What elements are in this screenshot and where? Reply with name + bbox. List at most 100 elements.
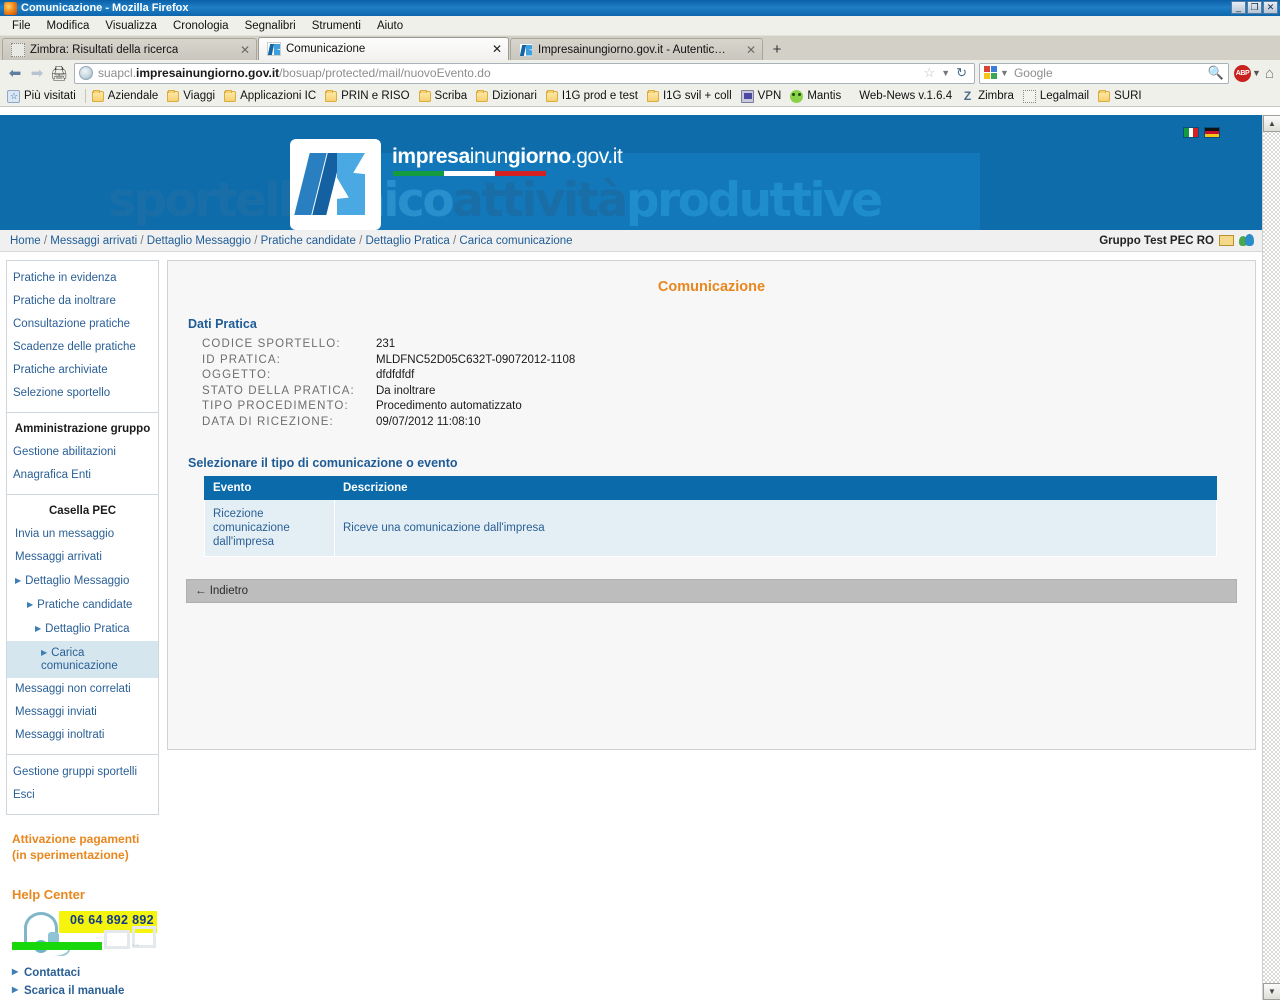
sidebar-group-footer: Gestione gruppi sportelli Esci bbox=[7, 755, 158, 814]
dati-value: Da inoltrare bbox=[376, 384, 436, 397]
bookmark-aziendale[interactable]: Aziendale bbox=[89, 89, 165, 103]
bookmark-piu-visitati[interactable]: ☆ Più visitati bbox=[4, 89, 82, 104]
german-flag[interactable] bbox=[1204, 127, 1220, 138]
breadcrumb-item-pratiche-candidate[interactable]: Pratiche candidate bbox=[261, 235, 356, 247]
bookmark-i1g-svil-coll[interactable]: I1G svil + coll bbox=[644, 89, 738, 103]
sidebar-item-invia-un-messaggio[interactable]: Invia un messaggio bbox=[7, 523, 158, 546]
folder-icon bbox=[646, 89, 659, 102]
menu-strumenti[interactable]: Strumenti bbox=[304, 18, 369, 34]
bookmark-applicazioni-ic[interactable]: Applicazioni IC bbox=[221, 89, 322, 103]
search-bar[interactable]: ▼ Google 🔍 bbox=[979, 62, 1230, 84]
bookmark-prin-e-riso[interactable]: PRIN e RISO bbox=[322, 89, 415, 103]
language-flags[interactable] bbox=[1183, 127, 1220, 138]
dati-row: DATA DI RICEZIONE: 09/07/2012 11:08:10 bbox=[202, 415, 1237, 431]
bookmark-mantis[interactable]: Mantis bbox=[787, 89, 847, 104]
reload-icon[interactable]: ↻ bbox=[953, 65, 970, 81]
breadcrumb-item-home[interactable]: Home bbox=[10, 235, 41, 247]
sidebar-item-scadenze-delle-pratiche[interactable]: Scadenze delle pratiche bbox=[7, 336, 158, 359]
back-icon[interactable]: ⬅ bbox=[4, 62, 26, 84]
maximize-button[interactable]: ❐ bbox=[1247, 1, 1262, 14]
sidebar-item-pratiche-archiviate[interactable]: Pratiche archiviate bbox=[7, 359, 158, 382]
bookmark-legalmail[interactable]: Legalmail bbox=[1020, 89, 1095, 104]
sidebar-item-esci[interactable]: Esci bbox=[7, 784, 158, 807]
tab-close-icon[interactable]: ✕ bbox=[482, 43, 502, 55]
bookmark-vpn[interactable]: VPN bbox=[738, 89, 788, 104]
tab-close-icon[interactable]: ✕ bbox=[230, 44, 250, 56]
tab-zimbra[interactable]: Zimbra: Risultati della ricerca ✕ bbox=[2, 38, 257, 60]
menu-modifica[interactable]: Modifica bbox=[39, 18, 98, 34]
close-button[interactable]: ✕ bbox=[1263, 1, 1278, 14]
search-icon[interactable]: 🔍 bbox=[1208, 65, 1224, 81]
computer-icon bbox=[740, 89, 754, 103]
bookmark-web-news[interactable]: Web-News v.1.6.4 bbox=[847, 89, 958, 103]
dati-value: 231 bbox=[376, 338, 396, 350]
sidebar-promo: Attivazione pagamenti (in sperimentazion… bbox=[6, 815, 159, 1000]
sidebar-item-selezione-sportello[interactable]: Selezione sportello bbox=[7, 382, 158, 405]
back-button[interactable]: ← Indietro bbox=[195, 585, 248, 597]
italian-flag[interactable] bbox=[1183, 127, 1199, 138]
search-input[interactable]: Google bbox=[1014, 66, 1053, 80]
tab-comunicazione[interactable]: Comunicazione ✕ bbox=[258, 37, 509, 60]
new-tab-button[interactable]: + bbox=[764, 38, 790, 60]
section-title-dati-pratica: Dati Pratica bbox=[188, 317, 257, 331]
breadcrumb-item-messaggi-arrivati[interactable]: Messaggi arrivati bbox=[50, 235, 137, 247]
sidebar-item-dettaglio-messaggio[interactable]: ▶ Dettaglio Messaggio bbox=[7, 569, 158, 593]
bookmark-dizionari[interactable]: Dizionari bbox=[473, 89, 543, 103]
sidebar-item-consultazione-pratiche[interactable]: Consultazione pratiche bbox=[7, 313, 158, 336]
table-row[interactable]: Ricezione comunicazione dall'impresa Ric… bbox=[204, 499, 1217, 557]
help-link-contattaci[interactable]: ▶ Contattaci bbox=[12, 964, 159, 982]
bullet-icon: ▶ bbox=[41, 648, 48, 657]
cell-evento[interactable]: Ricezione comunicazione dall'impresa bbox=[204, 499, 335, 557]
sidebar-item-messaggi-inoltrati[interactable]: Messaggi inoltrati bbox=[7, 724, 158, 747]
menu-file[interactable]: File bbox=[4, 18, 39, 34]
sidebar-item-messaggi-non-correlati[interactable]: Messaggi non correlati bbox=[7, 678, 158, 701]
sidebar-item-pratiche-in-evidenza[interactable]: Pratiche in evidenza bbox=[7, 267, 158, 290]
chevron-down-icon[interactable]: ▼ bbox=[1000, 68, 1009, 78]
bookmarks-bar: ☆ Più visitati Aziendale Viaggi Applicaz… bbox=[0, 86, 1280, 107]
breadcrumb-item-dettaglio-messaggio[interactable]: Dettaglio Messaggio bbox=[147, 235, 251, 247]
sidebar-item-gestione-gruppi-sportelli[interactable]: Gestione gruppi sportelli bbox=[7, 761, 158, 784]
sidebar-item-pratiche-da-inoltrare[interactable]: Pratiche da inoltrare bbox=[7, 290, 158, 313]
menu-cronologia[interactable]: Cronologia bbox=[165, 18, 237, 34]
help-link-scarica-il-manuale[interactable]: ▶ Scarica il manuale bbox=[12, 982, 159, 1000]
menu-visualizza[interactable]: Visualizza bbox=[97, 18, 165, 34]
home-icon[interactable]: ⌂ bbox=[1265, 65, 1274, 82]
payments-promo[interactable]: Attivazione pagamenti (in sperimentazion… bbox=[12, 831, 159, 863]
menu-aiuto[interactable]: Aiuto bbox=[369, 18, 411, 34]
bookmark-star-icon[interactable]: ☆ bbox=[921, 65, 939, 81]
forward-icon[interactable]: ➡ bbox=[26, 62, 48, 84]
sidebar-item-dettaglio-pratica[interactable]: ▶ Dettaglio Pratica bbox=[7, 617, 158, 641]
scroll-up-button[interactable]: ▲ bbox=[1263, 115, 1280, 132]
chevron-down-icon[interactable]: ▼ bbox=[938, 68, 953, 78]
window-controls[interactable]: _ ❐ ✕ bbox=[1231, 1, 1278, 14]
menu-segnalibri[interactable]: Segnalibri bbox=[237, 18, 304, 34]
bookmark-suri[interactable]: SURI bbox=[1095, 89, 1147, 103]
print-icon[interactable]: 🖨 bbox=[48, 62, 70, 84]
brand-part-1: impresa bbox=[392, 145, 470, 168]
bookmark-zimbra[interactable]: Z Zimbra bbox=[958, 89, 1020, 104]
bookmark-label: Legalmail bbox=[1039, 90, 1090, 102]
breadcrumb-item-dettaglio-pratica[interactable]: Dettaglio Pratica bbox=[365, 235, 449, 247]
tab-close-icon[interactable]: ✕ bbox=[736, 44, 756, 56]
scroll-down-button[interactable]: ▼ bbox=[1263, 983, 1280, 1000]
vertical-scrollbar[interactable]: ▲ ▼ bbox=[1262, 115, 1280, 1000]
minimize-button[interactable]: _ bbox=[1231, 1, 1246, 14]
sidebar-item-pratiche-candidate[interactable]: ▶ Pratiche candidate bbox=[7, 593, 158, 617]
tab-autenticazione[interactable]: Impresainungiorno.gov.it - Autenticazion… bbox=[510, 38, 763, 60]
italian-tricolor-bar bbox=[393, 171, 546, 176]
mail-icon[interactable] bbox=[1219, 235, 1234, 246]
bookmark-viaggi[interactable]: Viaggi bbox=[164, 89, 221, 103]
sidebar-item-carica-comunicazione[interactable]: ▶ Carica comunicazione bbox=[7, 641, 158, 678]
bookmark-scriba[interactable]: Scriba bbox=[416, 89, 474, 103]
site-logo[interactable] bbox=[290, 139, 381, 230]
chevron-down-icon[interactable]: ▼ bbox=[1252, 68, 1261, 78]
address-bar[interactable]: suapcl.impresainungiorno.gov.it/bosuap/p… bbox=[74, 62, 976, 84]
bookmark-i1g-prod-e-test[interactable]: I1G prod e test bbox=[543, 89, 644, 103]
adblock-icon[interactable]: ABP bbox=[1234, 64, 1252, 82]
folder-icon bbox=[167, 89, 180, 102]
sidebar-item-anagrafica-enti[interactable]: Anagrafica Enti bbox=[7, 464, 158, 487]
sidebar-item-messaggi-inviati[interactable]: Messaggi inviati bbox=[7, 701, 158, 724]
sidebar-item-messaggi-arrivati[interactable]: Messaggi arrivati bbox=[7, 546, 158, 569]
users-icon[interactable] bbox=[1239, 234, 1254, 247]
sidebar-item-gestione-abilitazioni[interactable]: Gestione abilitazioni bbox=[7, 441, 158, 464]
